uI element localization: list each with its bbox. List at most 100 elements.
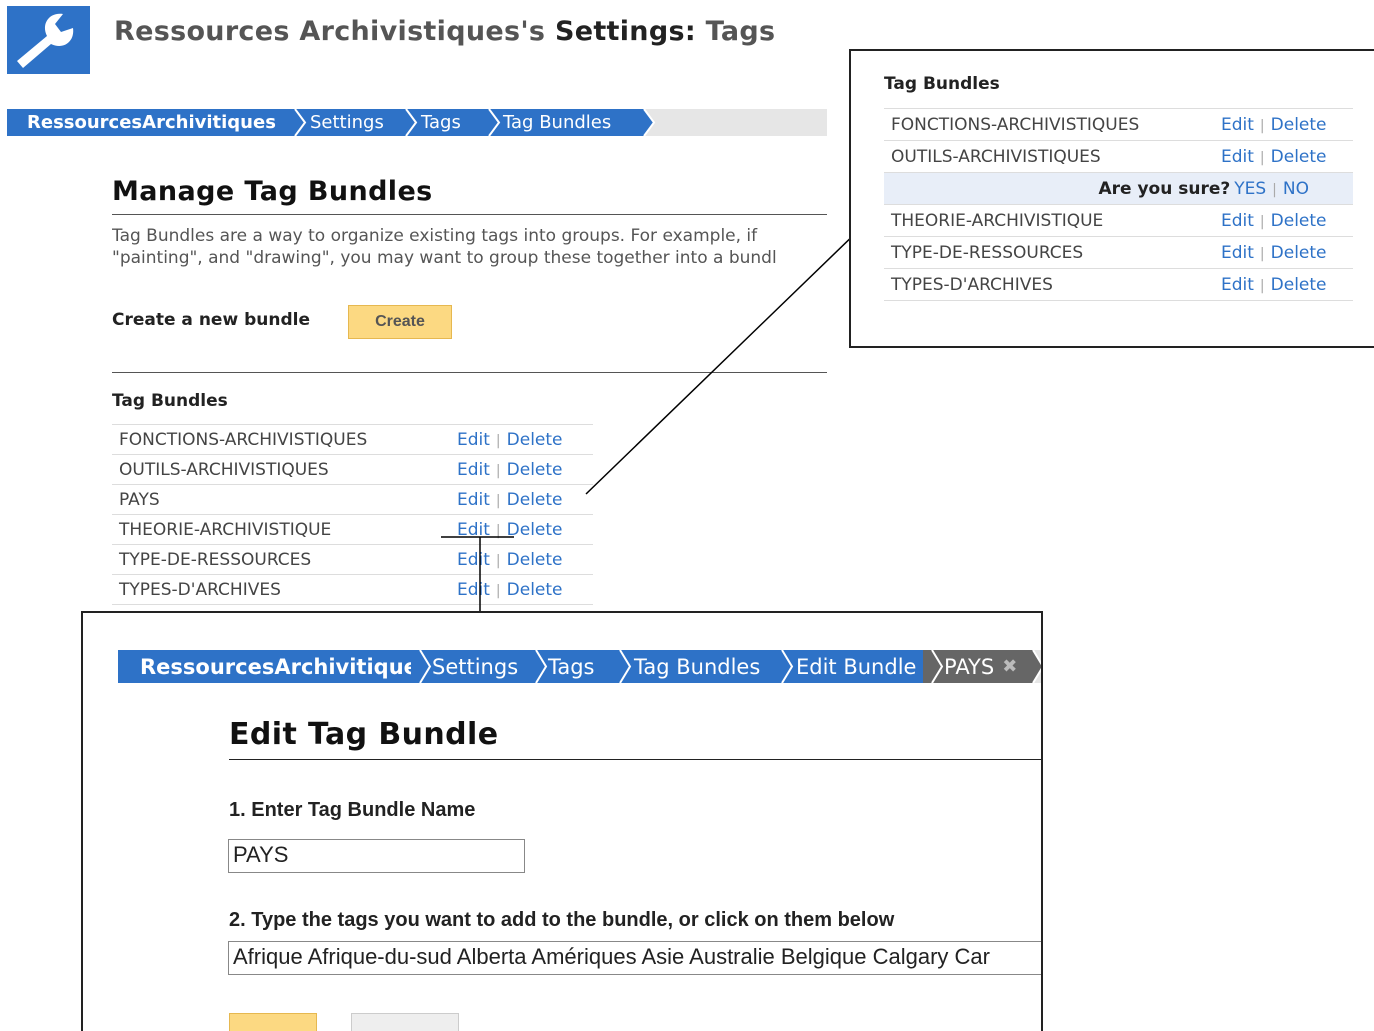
row-actions: Edit | Delete (457, 544, 593, 575)
edit-link[interactable]: Edit (457, 460, 490, 480)
chevron-right-icon (527, 650, 548, 683)
delete-link[interactable]: Delete (507, 550, 563, 570)
breadcrumb-tag-bundles[interactable]: Tag Bundles (614, 650, 776, 683)
bundle-name-input[interactable]: PAYS (228, 839, 525, 873)
delete-confirm-row: Are you sure? YES | NO (884, 172, 1353, 205)
table-row: TYPES-D'ARCHIVES Edit | Delete (112, 574, 593, 605)
delete-link[interactable]: Delete (1271, 275, 1327, 295)
delete-link[interactable]: Delete (507, 490, 563, 510)
intro-text: Tag Bundles are a way to organize existi… (112, 225, 826, 269)
page-title: Ressources Archivistiques's Settings: Ta… (114, 16, 775, 47)
table-row: TYPES-D'ARCHIVES Edit | Delete (884, 268, 1353, 301)
delete-link[interactable]: Delete (507, 580, 563, 600)
bundle-name: FONCTIONS-ARCHIVISTIQUES (112, 424, 457, 455)
bundle-name: PAYS (112, 484, 457, 515)
delete-link[interactable]: Delete (1271, 147, 1327, 167)
intro-line: Tag Bundles are a way to organize existi… (112, 226, 758, 246)
chevron-right-icon (611, 650, 632, 683)
separator: | (1259, 277, 1265, 294)
breadcrumb-home[interactable]: RessourcesArchivitiques (118, 650, 430, 683)
table-row: FONCTIONS-ARCHIVISTIQUES Edit | Delete (112, 424, 593, 455)
zoom-bundles-table: FONCTIONS-ARCHIVISTIQUES Edit | Delete OUTIL… (884, 108, 1353, 301)
row-actions: Edit | Delete (1221, 140, 1353, 173)
delete-link[interactable]: Delete (1271, 115, 1327, 135)
edit-link[interactable]: Edit (1221, 275, 1254, 295)
breadcrumb: RessourcesArchivitiques Settings Tags Ta… (7, 109, 827, 136)
row-actions: Edit | Delete (1221, 204, 1353, 237)
delete-link[interactable]: Delete (507, 460, 563, 480)
edit-breadcrumb: RessourcesArchivitiques Settings Tags Ta… (118, 650, 1041, 683)
cancel-button[interactable] (351, 1013, 459, 1031)
chevron-right-icon (398, 109, 418, 136)
chevron-end-icon (636, 109, 656, 136)
create-button[interactable]: Create (348, 305, 452, 339)
row-actions: Edit | Delete (1221, 108, 1353, 141)
breadcrumb-tag-bundles[interactable]: Tag Bundles (484, 109, 639, 136)
bundle-name: THEORIE-ARCHIVISTIQUE (112, 514, 457, 545)
edit-link[interactable]: Edit (1221, 211, 1254, 231)
table-row: OUTILS-ARCHIVISTIQUES Edit | Delete (884, 140, 1353, 173)
bundles-heading: Tag Bundles (112, 391, 228, 411)
delete-link[interactable]: Delete (507, 520, 563, 540)
zoom-callout: Tag Bundles FONCTIONS-ARCHIVISTIQUES Edit… (849, 49, 1374, 348)
edit-link[interactable]: Edit (457, 550, 490, 570)
confirm-no-link[interactable]: NO (1283, 179, 1309, 199)
row-actions: Edit | Delete (457, 454, 593, 485)
table-row: FONCTIONS-ARCHIVISTIQUES Edit | Delete (884, 108, 1353, 141)
table-row: PAYS Edit | Delete (112, 484, 593, 515)
confirm-text: Are you sure? (1098, 178, 1231, 199)
separator: | (1259, 117, 1265, 134)
bundle-name: TYPES-D'ARCHIVES (884, 268, 1221, 301)
bundle-name: OUTILS-ARCHIVISTIQUES (884, 140, 1221, 173)
chevron-right-icon (773, 650, 794, 683)
bundle-name: TYPE-DE-RESSOURCES (112, 544, 457, 575)
title-settings: Settings: (554, 16, 696, 47)
edit-link[interactable]: Edit (457, 580, 490, 600)
delete-link[interactable]: Delete (1271, 243, 1327, 263)
edit-link[interactable]: Edit (1221, 243, 1254, 263)
divider (229, 759, 1041, 760)
title-prefix: Ressources Archivistiques's (114, 16, 555, 47)
edit-link[interactable]: Edit (457, 520, 490, 540)
bundle-tags-input[interactable]: Afrique Afrique-du-sud Alberta Amériques… (228, 941, 1041, 975)
create-label: Create a new bundle (112, 310, 310, 330)
separator: | (495, 492, 501, 509)
separator: | (1259, 245, 1265, 262)
delete-link[interactable]: Delete (507, 430, 563, 450)
table-row: THEORIE-ARCHIVISTIQUE Edit | Delete (884, 204, 1353, 237)
row-actions: Edit | Delete (457, 514, 593, 545)
edit-link[interactable]: Edit (1221, 115, 1254, 135)
chevron-right-icon (923, 650, 944, 683)
breadcrumb-edit-bundle[interactable]: Edit Bundle (776, 650, 926, 683)
app-logo (7, 6, 90, 74)
bundle-name: OUTILS-ARCHIVISTIQUES (112, 454, 457, 485)
table-row: OUTILS-ARCHIVISTIQUES Edit | Delete (112, 454, 593, 485)
zoom-heading: Tag Bundles (884, 74, 1000, 94)
bundles-table: FONCTIONS-ARCHIVISTIQUES Edit | Delete OUTIL… (112, 424, 593, 605)
table-row: TYPE-DE-RESSOURCES Edit | Delete (884, 236, 1353, 269)
edit-link[interactable]: Edit (1221, 147, 1254, 167)
confirm-yes-link[interactable]: YES (1234, 179, 1266, 199)
separator: | (1259, 213, 1265, 230)
save-button[interactable] (229, 1013, 317, 1031)
divider (112, 372, 827, 373)
chevron-right-icon (287, 109, 307, 136)
separator: | (495, 552, 501, 569)
breadcrumb-home[interactable]: RessourcesArchivitiques (7, 109, 290, 136)
separator: | (495, 522, 501, 539)
edit-title: Edit Tag Bundle (229, 717, 499, 752)
separator: | (1259, 149, 1265, 166)
step2-label: 2. Type the tags you want to add to the … (229, 909, 895, 931)
edit-link[interactable]: Edit (457, 490, 490, 510)
row-actions: Edit | Delete (1221, 268, 1353, 301)
close-icon[interactable]: ✖ (1002, 656, 1017, 677)
chevron-end-icon (1024, 650, 1041, 683)
intro-line: "painting", and "drawing", you may want … (112, 248, 777, 268)
edit-bundle-panel: RessourcesArchivitiques Settings Tags Ta… (81, 611, 1043, 1031)
table-row: THEORIE-ARCHIVISTIQUE Edit | Delete (112, 514, 593, 545)
edit-link[interactable]: Edit (457, 430, 490, 450)
row-actions: Edit | Delete (1221, 236, 1353, 269)
separator: | (495, 462, 501, 479)
delete-link[interactable]: Delete (1271, 211, 1327, 231)
step1-label: 1. Enter Tag Bundle Name (229, 799, 476, 821)
